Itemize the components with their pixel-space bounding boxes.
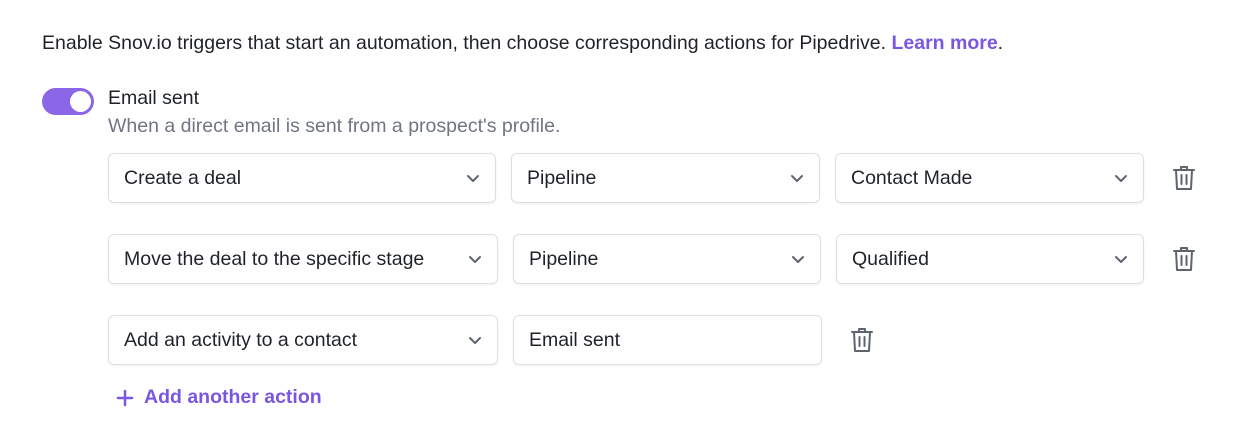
pipeline-select[interactable]: Pipeline: [513, 234, 821, 284]
pipeline-select[interactable]: Pipeline: [511, 153, 820, 203]
intro-description: Enable Snov.io triggers that start an au…: [42, 32, 892, 54]
action-select[interactable]: Create a deal: [108, 153, 496, 203]
activity-input[interactable]: Email sent: [513, 315, 822, 365]
toggle-knob: [70, 91, 91, 112]
intro-suffix: .: [997, 32, 1004, 54]
action-select-value: Add an activity to a contact: [124, 328, 358, 351]
add-another-action-button[interactable]: Add another action: [116, 386, 322, 409]
action-select[interactable]: Move the deal to the specific stage: [108, 234, 498, 284]
stage-select[interactable]: Qualified: [836, 234, 1144, 284]
email-sent-toggle[interactable]: [42, 88, 94, 115]
trigger-title: Email sent: [108, 87, 200, 109]
chevron-down-icon: [469, 256, 481, 263]
chevron-down-icon: [1115, 256, 1127, 263]
stage-select-value: Contact Made: [851, 166, 973, 189]
pipeline-select-value: Pipeline: [529, 247, 599, 270]
trigger-description: When a direct email is sent from a prosp…: [108, 115, 561, 137]
trash-icon[interactable]: [1173, 165, 1195, 191]
activity-input-value: Email sent: [529, 328, 621, 351]
chevron-down-icon: [467, 175, 479, 182]
chevron-down-icon: [792, 256, 804, 263]
stage-select-value: Qualified: [852, 247, 929, 270]
trash-icon[interactable]: [851, 327, 873, 353]
action-select-value: Create a deal: [124, 166, 242, 189]
action-select-value: Move the deal to the specific stage: [124, 247, 425, 270]
action-select[interactable]: Add an activity to a contact: [108, 315, 498, 365]
trash-icon[interactable]: [1173, 246, 1195, 272]
pipeline-select-value: Pipeline: [527, 166, 597, 189]
chevron-down-icon: [1115, 175, 1127, 182]
add-another-action-label: Add another action: [144, 386, 322, 408]
intro-text: Enable Snov.io triggers that start an au…: [42, 30, 1003, 56]
chevron-down-icon: [791, 175, 803, 182]
learn-more-link[interactable]: Learn more: [891, 32, 997, 54]
chevron-down-icon: [469, 337, 481, 344]
plus-icon: [116, 389, 134, 406]
stage-select[interactable]: Contact Made: [835, 153, 1144, 203]
